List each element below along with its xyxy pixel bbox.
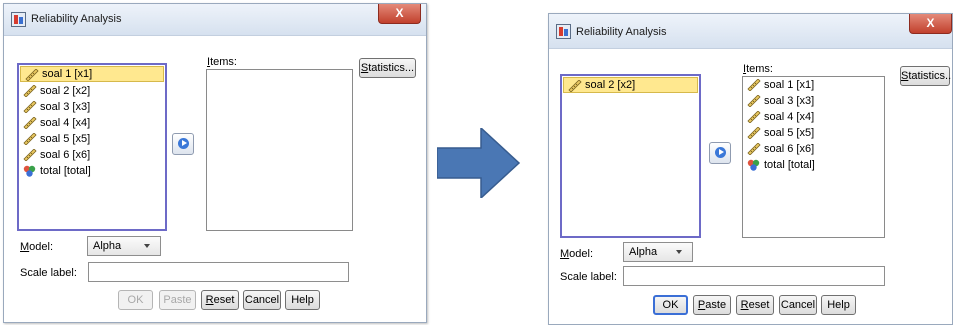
model-value: Alpha (93, 240, 122, 252)
ok-button[interactable]: OK (653, 295, 688, 315)
variable-label: soal 6 [x6] (764, 143, 815, 155)
right-arrow-icon (178, 138, 189, 149)
variable-label: soal 2 [x2] (585, 79, 636, 91)
chevron-down-icon (144, 244, 150, 248)
items-list[interactable]: soal 1 [x1] soal 3 [x3] soal 4 [x4] soal 5 … (742, 76, 885, 238)
items-label: Items: (207, 56, 237, 68)
source-variable-list[interactable]: soal 1 [x1] soal 2 [x2] soal 3 [x3] soal 4 … (17, 63, 167, 231)
reset-button[interactable]: Reset (736, 295, 774, 315)
right-arrow-icon (715, 147, 726, 158)
scale-label: Scale label: (560, 271, 617, 283)
ruler-icon (747, 127, 761, 139)
ruler-icon (23, 117, 37, 129)
nominal-icon (747, 159, 760, 171)
title-bar: Reliability Analysis X (4, 4, 426, 36)
ok-button[interactable]: OK (118, 290, 153, 310)
move-to-items-button[interactable] (709, 142, 731, 164)
variable-label: soal 3 [x3] (764, 95, 815, 107)
variable-label: soal 4 [x4] (40, 117, 91, 129)
variable-label: soal 1 [x1] (42, 68, 93, 80)
variable-label: soal 6 [x6] (40, 149, 91, 161)
chevron-down-icon (676, 250, 682, 254)
nominal-icon (23, 165, 36, 177)
ruler-icon (23, 101, 37, 113)
variable-label: soal 4 [x4] (764, 111, 815, 123)
list-item[interactable]: soal 6 [x6] (743, 141, 884, 157)
model-label: Model: (560, 248, 594, 260)
scale-label-input[interactable] (623, 266, 885, 286)
ruler-icon (747, 143, 761, 155)
ruler-icon (23, 149, 37, 161)
variable-label: soal 5 [x5] (40, 133, 91, 145)
source-variable-list[interactable]: soal 2 [x2] (560, 74, 701, 238)
list-item[interactable]: soal 4 [x4] (743, 109, 884, 125)
items-label: Items: (743, 63, 773, 75)
title-bar: Reliability Analysis X (549, 14, 952, 49)
close-button[interactable]: X (378, 4, 421, 24)
ruler-icon (25, 69, 39, 81)
list-item[interactable]: soal 2 [x2] (563, 77, 698, 93)
cancel-button[interactable]: Cancel (243, 290, 281, 310)
paste-button[interactable]: Paste (159, 290, 196, 310)
model-value: Alpha (629, 246, 658, 258)
help-button[interactable]: Help (285, 290, 320, 310)
variable-label: soal 1 [x1] (764, 79, 815, 91)
list-item[interactable]: total [total] (19, 163, 165, 179)
reliability-dialog-before: Reliability Analysis X soal 1 [x1] soal 2… (3, 3, 427, 323)
model-dropdown[interactable]: Alpha (87, 236, 161, 256)
spss-app-icon (11, 12, 26, 27)
move-to-items-button[interactable] (172, 133, 194, 155)
reliability-dialog-after: Reliability Analysis X soal 2 [x2] Items… (548, 13, 953, 325)
list-item[interactable]: soal 5 [x5] (743, 125, 884, 141)
ruler-icon (747, 95, 761, 107)
scale-label: Scale label: (20, 267, 77, 279)
close-button[interactable]: X (909, 14, 952, 34)
cancel-button[interactable]: Cancel (779, 295, 817, 315)
variable-label: total [total] (40, 165, 91, 177)
list-item[interactable]: total [total] (743, 157, 884, 173)
variable-label: soal 3 [x3] (40, 101, 91, 113)
dialog-title: Reliability Analysis (576, 26, 667, 38)
scale-label-input[interactable] (88, 262, 349, 282)
variable-label: soal 5 [x5] (764, 127, 815, 139)
paste-button[interactable]: Paste (693, 295, 731, 315)
variable-label: soal 2 [x2] (40, 85, 91, 97)
ruler-icon (747, 111, 761, 123)
ruler-icon (23, 133, 37, 145)
list-item[interactable]: soal 3 [x3] (19, 99, 165, 115)
list-item[interactable]: soal 2 [x2] (19, 83, 165, 99)
ruler-icon (747, 79, 761, 91)
right-arrow-icon (437, 128, 521, 198)
help-button[interactable]: Help (821, 295, 856, 315)
list-item[interactable]: soal 1 [x1] (20, 66, 164, 82)
list-item[interactable]: soal 5 [x5] (19, 131, 165, 147)
items-list[interactable] (206, 69, 353, 231)
statistics-button[interactable]: Statistics... (359, 58, 416, 78)
spss-app-icon (556, 24, 571, 39)
list-item[interactable]: soal 1 [x1] (743, 77, 884, 93)
model-label: Model: (20, 241, 54, 253)
reset-button[interactable]: Reset (201, 290, 239, 310)
list-item[interactable]: soal 3 [x3] (743, 93, 884, 109)
variable-label: total [total] (764, 159, 815, 171)
list-item[interactable]: soal 4 [x4] (19, 115, 165, 131)
ruler-icon (23, 85, 37, 97)
statistics-button[interactable]: Statistics... (900, 66, 952, 86)
ruler-icon (568, 80, 582, 92)
list-item[interactable]: soal 6 [x6] (19, 147, 165, 163)
model-dropdown[interactable]: Alpha (623, 242, 693, 262)
dialog-title: Reliability Analysis (31, 13, 122, 25)
